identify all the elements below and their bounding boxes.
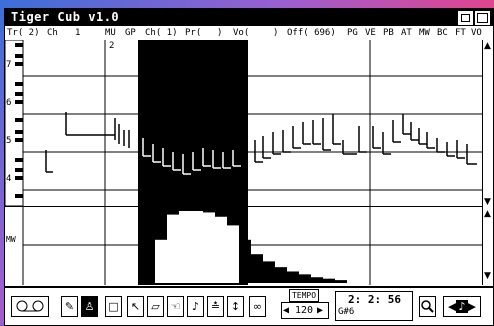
volume-close: ) [273, 28, 279, 38]
pg-toggle[interactable]: PG [347, 27, 358, 39]
piano-roll-canvas[interactable] [5, 40, 493, 206]
mw-bar [323, 278, 335, 283]
offset-value[interactable]: Off( 696) [287, 27, 336, 39]
mw-bar [239, 239, 251, 283]
selection-region [138, 40, 248, 206]
piano-roll[interactable]: 2 7 6 5 4 [5, 40, 493, 206]
tempo-label: TEMPO [289, 289, 319, 302]
lane-down-icon[interactable]: ▼ [484, 272, 491, 281]
tempo-field[interactable]: ◀ 120 ▶ [281, 302, 329, 319]
song-position: 2: 2: 56 [348, 293, 401, 306]
zoom-button[interactable] [458, 11, 473, 25]
current-note: G#6 [338, 307, 355, 317]
scroll-down-icon[interactable]: ▼ [484, 198, 491, 207]
mw-bar [227, 225, 239, 283]
zoom-icon[interactable] [419, 296, 436, 317]
pb-toggle[interactable]: PB [383, 27, 394, 39]
pencil-icon[interactable]: ✎ [61, 296, 78, 317]
quantize-icon[interactable]: ≛ [207, 296, 224, 317]
channel-label: Ch [47, 28, 58, 38]
arrow-icon[interactable]: ↖ [127, 296, 144, 317]
position-display: 2: 2: 56 G#6 [335, 291, 413, 321]
track-header: Tr( 2) Ch 1 MU GP Ch( 1) Pr( ) Vo( ) Off… [5, 27, 493, 39]
scroll-arrows[interactable]: ◀ ♪ ▶ [443, 296, 481, 317]
mw-bar [179, 211, 191, 283]
volume-label[interactable]: Vo( [233, 27, 249, 39]
mw-bar [203, 212, 215, 283]
ve-toggle[interactable]: VE [365, 27, 376, 39]
bc-toggle[interactable]: BC [437, 27, 448, 39]
mw-toggle[interactable]: MW [419, 27, 430, 39]
mw-bar [251, 254, 263, 283]
lane-up-icon[interactable]: ▲ [484, 210, 491, 219]
channel-value[interactable]: 1 [75, 27, 80, 39]
mw-bar [287, 271, 299, 283]
scroll-right-icon[interactable]: ▶ [468, 300, 476, 313]
tempo-down-icon[interactable]: ◀ [283, 303, 289, 318]
tool-bar: ✎ ♙ □ ↖ ▱ ☜ ♪ ≛ ↕ ∞ TEMPO ◀ 120 ▶ 2: 2: … [5, 286, 493, 325]
program-close: ) [217, 28, 223, 38]
mw-bar [263, 261, 275, 283]
eraser-icon[interactable]: ▱ [147, 296, 164, 317]
mw-bar [167, 214, 179, 283]
loop-icon[interactable]: ∞ [249, 296, 266, 317]
tempo-up-icon[interactable]: ▶ [317, 303, 323, 318]
app-window: Tiger Cub v1.0 Tr( 2) Ch 1 MU GP Ch( 1) … [4, 8, 494, 326]
mw-bar [275, 267, 287, 283]
program-label[interactable]: Pr( [185, 27, 201, 39]
mw-bar [155, 239, 167, 283]
mw-bar [215, 216, 227, 283]
at-toggle[interactable]: AT [401, 27, 412, 39]
vo-toggle[interactable]: VO [471, 27, 482, 39]
ft-toggle[interactable]: FT [455, 27, 466, 39]
transpose-icon[interactable]: ↕ [227, 296, 244, 317]
note-icon[interactable]: ♪ [187, 296, 204, 317]
group-toggle[interactable]: GP [125, 27, 136, 39]
controller-canvas[interactable] [5, 207, 493, 285]
measure-label: 2 [109, 41, 115, 51]
mw-bar [299, 274, 311, 283]
octave-label-7: 7 [6, 60, 12, 70]
controller-lane[interactable]: MW [5, 206, 493, 285]
mute-toggle[interactable]: MU [105, 27, 116, 39]
controller-label: MW [6, 235, 16, 244]
scroll-note-icon[interactable]: ♪ [456, 300, 468, 313]
scroll-up-icon[interactable]: ▲ [484, 42, 491, 51]
mw-bar [335, 280, 347, 283]
title-bar[interactable]: Tiger Cub v1.0 [5, 9, 493, 26]
octave-label-4: 4 [6, 174, 12, 184]
tape-deck-icon[interactable] [11, 296, 49, 317]
fullscreen-button[interactable] [475, 11, 490, 25]
vertical-scrollbar[interactable]: ▲ ▼ ▲ ▼ [482, 40, 493, 285]
octave-label-5: 5 [6, 136, 12, 146]
mw-bar [311, 277, 323, 283]
midi-channel[interactable]: Ch( 1) [145, 27, 178, 39]
metronome-icon[interactable]: ♙ [81, 296, 98, 317]
tempo-value: 120 [295, 305, 314, 316]
select-box-icon[interactable]: □ [105, 296, 122, 317]
window-title: Tiger Cub v1.0 [11, 10, 120, 24]
scroll-left-icon[interactable]: ◀ [448, 300, 456, 313]
octave-label-6: 6 [6, 98, 12, 108]
hand-icon[interactable]: ☜ [167, 296, 184, 317]
track-number[interactable]: Tr( 2) [7, 27, 40, 39]
mw-bar [191, 211, 203, 283]
